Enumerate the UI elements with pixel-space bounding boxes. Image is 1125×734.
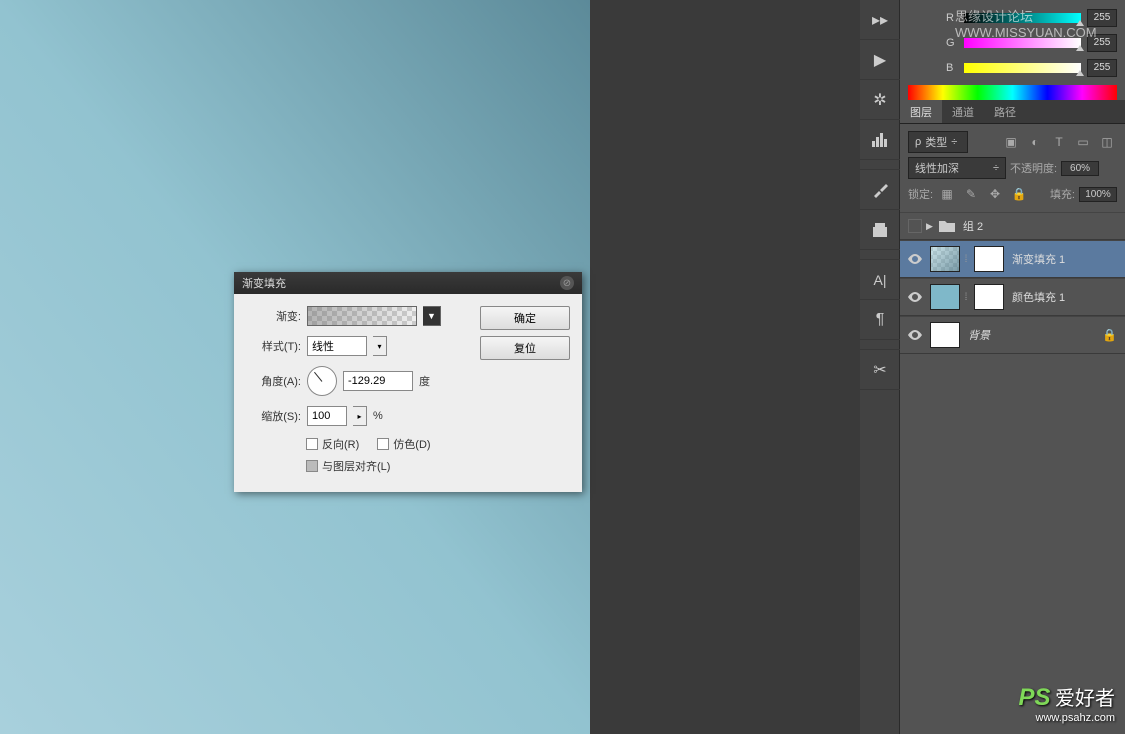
hue-strip[interactable] — [908, 85, 1117, 101]
opacity-value[interactable]: 60% — [1061, 161, 1099, 176]
filter-smart-icon[interactable]: ◫ — [1097, 132, 1117, 152]
scale-stepper-icon[interactable]: ▸ — [353, 406, 367, 426]
reverse-label: 反向(R) — [322, 436, 359, 452]
tab-layers[interactable]: 图层 — [900, 100, 942, 123]
style-dropdown-icon[interactable]: ▾ — [373, 336, 387, 356]
filter-pixel-icon[interactable]: ▣ — [1001, 132, 1021, 152]
filter-type-icon[interactable]: T — [1049, 132, 1069, 152]
filter-kind-dropdown[interactable]: ρ 类型 ÷ — [908, 131, 968, 153]
tab-paths[interactable]: 路径 — [984, 100, 1026, 123]
align-checkbox[interactable] — [306, 460, 318, 472]
layer-name: 颜色填充 1 — [1012, 289, 1065, 305]
wheel-icon[interactable]: ✲ — [860, 80, 900, 120]
right-panel: R 255 G 255 B 255 图层 通道 路径 ρ 类型 ÷ ▣ ◐ T … — [900, 0, 1125, 734]
angle-dial[interactable] — [307, 366, 337, 396]
layer-gradient-fill[interactable]: ⁞ 渐变填充 1 — [900, 240, 1125, 278]
filter-adjust-icon[interactable]: ◐ — [1025, 132, 1045, 152]
r-label: R — [946, 12, 958, 24]
dialog-titlebar[interactable]: 渐变填充 ⊘ — [234, 272, 582, 294]
vertical-toolbar: ▸▸ ▶ ✲ A| ¶ ✂ — [860, 0, 900, 734]
layer-name: 背景 — [968, 327, 990, 343]
fill-value[interactable]: 100% — [1079, 187, 1117, 202]
layer-group[interactable]: ▶ 组 2 — [900, 212, 1125, 240]
paragraph-icon[interactable]: ¶ — [860, 300, 900, 340]
collapse-icon[interactable]: ▸▸ — [860, 0, 900, 40]
gradient-fill-dialog: 渐变填充 ⊘ 渐变: ▼ 样式(T): 线性 ▾ 角度(A): 度 缩放(S): — [234, 272, 582, 492]
clone-icon[interactable] — [860, 210, 900, 250]
tab-channels[interactable]: 通道 — [942, 100, 984, 123]
layer-controls: ρ 类型 ÷ ▣ ◐ T ▭ ◫ 线性加深÷ 不透明度: 60% 锁定: ▦ ✎… — [900, 124, 1125, 212]
mask-thumb[interactable] — [974, 284, 1004, 310]
play-icon[interactable]: ▶ — [860, 40, 900, 80]
layer-color-fill[interactable]: ⁞ 颜色填充 1 — [900, 278, 1125, 316]
reset-button[interactable]: 复位 — [480, 336, 570, 360]
divider2-icon — [860, 250, 900, 260]
angle-unit: 度 — [419, 373, 430, 389]
angle-label: 角度(A): — [246, 373, 301, 389]
b-value[interactable]: 255 — [1087, 59, 1117, 77]
r-value[interactable]: 255 — [1087, 9, 1117, 27]
lock-paint-icon[interactable]: ✎ — [961, 184, 981, 204]
brush-preset-icon[interactable] — [860, 170, 900, 210]
expand-icon[interactable]: ▶ — [926, 221, 933, 232]
fill-label: 填充: — [1050, 186, 1075, 202]
opacity-label: 不透明度: — [1010, 160, 1057, 176]
lock-trans-icon[interactable]: ▦ — [937, 184, 957, 204]
eye-icon[interactable] — [904, 248, 926, 270]
layer-thumb[interactable] — [930, 246, 960, 272]
folder-icon — [939, 219, 955, 233]
eye-icon[interactable] — [904, 286, 926, 308]
layer-list: ▶ 组 2 ⁞ 渐变填充 1 ⁞ 颜色填充 1 背景 🔒 — [900, 212, 1125, 354]
workspace-bg — [590, 0, 860, 734]
layer-thumb[interactable] — [930, 322, 960, 348]
dither-label: 仿色(D) — [393, 436, 430, 452]
style-select[interactable]: 线性 — [307, 336, 367, 356]
g-value[interactable]: 255 — [1087, 34, 1117, 52]
eye-icon[interactable] — [904, 324, 926, 346]
reverse-checkbox[interactable] — [306, 438, 318, 450]
b-slider[interactable] — [964, 63, 1081, 73]
divider-icon — [860, 160, 900, 170]
gradient-label: 渐变: — [246, 308, 301, 324]
lock-move-icon[interactable]: ✥ — [985, 184, 1005, 204]
dither-checkbox[interactable] — [377, 438, 389, 450]
group-vis-checkbox[interactable] — [908, 219, 922, 233]
character-icon[interactable]: A| — [860, 260, 900, 300]
layer-background[interactable]: 背景 🔒 — [900, 316, 1125, 354]
scale-unit: % — [373, 410, 383, 422]
gradient-dropdown-icon[interactable]: ▼ — [423, 306, 441, 326]
g-label: G — [946, 37, 958, 49]
link-icon[interactable]: ⁞ — [960, 246, 972, 272]
scale-input[interactable] — [307, 406, 347, 426]
divider3-icon — [860, 340, 900, 350]
g-slider[interactable] — [964, 38, 1081, 48]
align-label: 与图层对齐(L) — [322, 458, 390, 474]
dialog-title-text: 渐变填充 — [242, 275, 286, 291]
lock-label: 锁定: — [908, 186, 933, 202]
panel-tabs: 图层 通道 路径 — [900, 100, 1125, 124]
style-label: 样式(T): — [246, 338, 301, 354]
lock-all-icon[interactable]: 🔒 — [1009, 184, 1029, 204]
layer-name: 组 2 — [963, 218, 983, 234]
gradient-preview[interactable] — [307, 306, 417, 326]
link-icon[interactable]: ⁞ — [960, 284, 972, 310]
r-slider[interactable] — [964, 13, 1081, 23]
blend-mode-dropdown[interactable]: 线性加深÷ — [908, 157, 1006, 179]
histogram-icon[interactable] — [860, 120, 900, 160]
layer-thumb[interactable] — [930, 284, 960, 310]
tools-icon[interactable]: ✂ — [860, 350, 900, 390]
filter-shape-icon[interactable]: ▭ — [1073, 132, 1093, 152]
ok-button[interactable]: 确定 — [480, 306, 570, 330]
angle-input[interactable] — [343, 371, 413, 391]
scale-label: 缩放(S): — [246, 408, 301, 424]
b-label: B — [946, 62, 958, 74]
layer-name: 渐变填充 1 — [1012, 251, 1065, 267]
color-panel: R 255 G 255 B 255 — [900, 0, 1125, 100]
mask-thumb[interactable] — [974, 246, 1004, 272]
close-icon[interactable]: ⊘ — [560, 276, 574, 290]
lock-icon: 🔒 — [1102, 328, 1117, 342]
